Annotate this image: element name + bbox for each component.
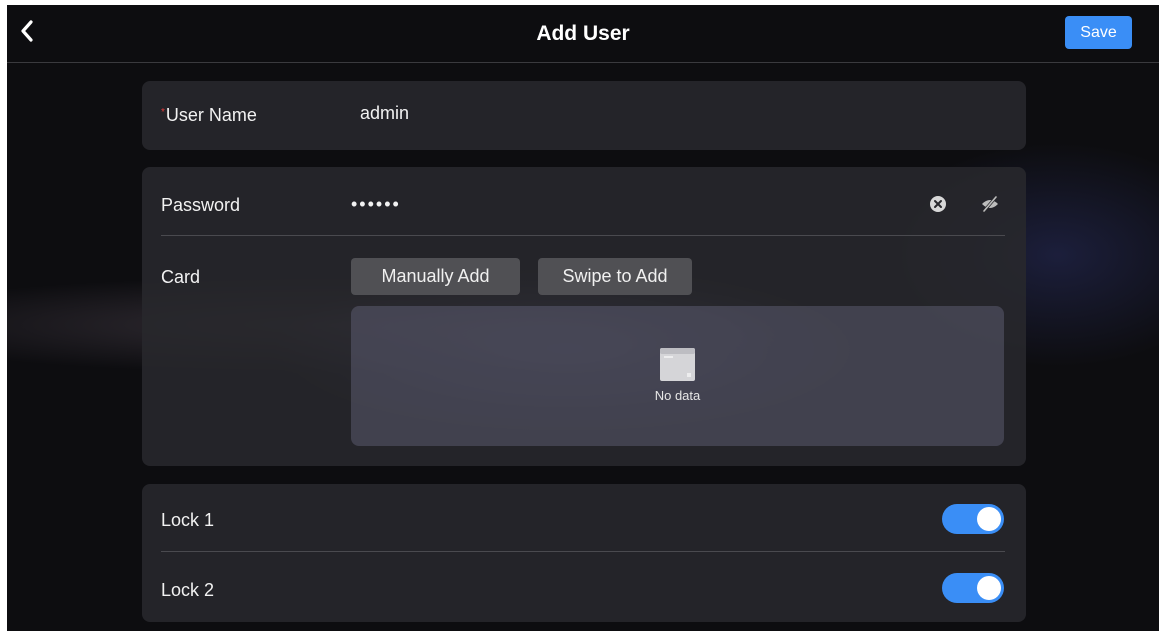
- toggle-knob: [977, 576, 1001, 600]
- user-name-field[interactable]: admin: [360, 103, 409, 124]
- password-field[interactable]: ••••••: [351, 194, 401, 215]
- eye-off-icon: [982, 195, 998, 213]
- divider: [161, 235, 1005, 236]
- lock-1-label: Lock 1: [161, 510, 215, 530]
- toggle-visibility-button[interactable]: [979, 193, 1001, 215]
- required-mark: *: [161, 107, 165, 118]
- swipe-to-add-button[interactable]: Swipe to Add: [538, 258, 692, 295]
- chevron-left-icon: [21, 20, 33, 42]
- card-list-empty-state: No data: [351, 306, 1004, 446]
- save-button[interactable]: Save: [1065, 16, 1132, 49]
- user-name-label: User Name: [165, 105, 257, 125]
- lock-2-label: Lock 2: [161, 580, 215, 600]
- toggle-knob: [977, 507, 1001, 531]
- manually-add-button[interactable]: Manually Add: [351, 258, 520, 295]
- user-name-label-wrap: *User Name: [161, 105, 257, 126]
- empty-folder-icon: [660, 348, 695, 381]
- top-bar: Add User Save: [7, 5, 1159, 63]
- locks-card: Lock 1 Lock 2: [142, 484, 1026, 622]
- lock-2-toggle[interactable]: [942, 573, 1004, 603]
- user-name-card: *User Name admin: [142, 81, 1026, 150]
- card-label: Card: [161, 267, 201, 287]
- add-user-screen: Add User Save *User Name admin Password …: [7, 5, 1159, 631]
- divider: [161, 551, 1005, 552]
- clear-password-button[interactable]: [927, 193, 949, 215]
- empty-state-text: No data: [654, 388, 701, 403]
- back-button[interactable]: [13, 17, 41, 45]
- clear-circle-icon: [930, 196, 946, 212]
- credentials-card: Password •••••• Card Manually Add Swipe …: [142, 167, 1026, 466]
- lock-1-toggle[interactable]: [942, 504, 1004, 534]
- page-title: Add User: [536, 22, 630, 45]
- password-label: Password: [161, 195, 241, 215]
